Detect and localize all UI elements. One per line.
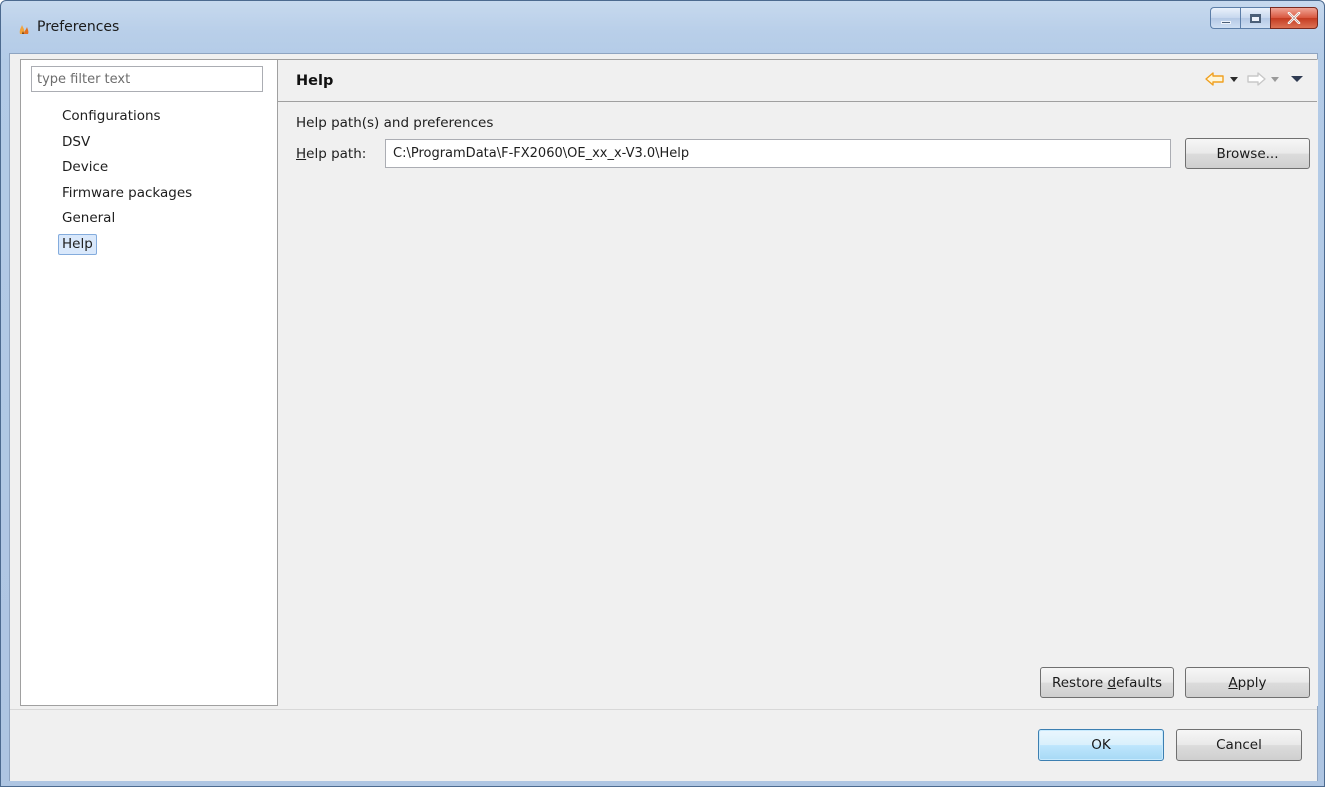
help-path-input[interactable]	[385, 139, 1171, 168]
help-path-label-text: elp path:	[306, 146, 367, 162]
apply-button[interactable]: Apply	[1185, 667, 1310, 698]
browse-button[interactable]: Browse...	[1185, 138, 1310, 169]
window-title: Preferences	[37, 19, 120, 35]
mnemonic: A	[1228, 674, 1238, 691]
restore-defaults-button[interactable]: Restore d efaults	[1040, 667, 1174, 698]
tree-item-firmware-packages[interactable]: Firmware packages	[58, 181, 196, 207]
restore-label-post: efaults	[1116, 674, 1163, 691]
tree-item-label: Configurations	[62, 108, 161, 124]
ok-button[interactable]: OK	[1038, 729, 1164, 761]
preferences-window: Preferences Configurations DSV Device Fi…	[0, 0, 1325, 787]
back-button[interactable]	[1205, 72, 1238, 86]
mnemonic: d	[1107, 674, 1117, 691]
preferences-tree-pane: Configurations DSV Device Firmware packa…	[20, 59, 278, 706]
apply-label: pply	[1237, 674, 1267, 691]
maximize-icon	[1250, 13, 1261, 23]
title-bar[interactable]: Preferences	[1, 1, 1324, 53]
tree-item-dsv[interactable]: DSV	[58, 130, 196, 156]
tree-item-label: DSV	[62, 133, 91, 150]
forward-history-caret-icon[interactable]	[1271, 76, 1279, 82]
forward-arrow-icon	[1247, 72, 1266, 86]
close-button[interactable]	[1270, 7, 1318, 29]
section-label: Help path(s) and preferences	[296, 115, 494, 131]
view-menu-icon[interactable]	[1291, 76, 1303, 82]
maximize-button[interactable]	[1240, 7, 1270, 29]
mnemonic: H	[296, 146, 307, 162]
tree-item-label: Device	[62, 159, 109, 175]
minimize-button[interactable]	[1210, 7, 1240, 29]
back-history-caret-icon[interactable]	[1230, 76, 1238, 82]
cancel-button[interactable]: Cancel	[1176, 729, 1302, 761]
app-flame-icon	[19, 25, 29, 34]
tree-item-general[interactable]: General	[58, 206, 196, 232]
close-icon	[1287, 12, 1301, 24]
page-header: Help	[278, 60, 1317, 102]
restore-label-pre: Restore	[1051, 674, 1108, 691]
window-controls	[1210, 7, 1318, 29]
dialog-client-area: Configurations DSV Device Firmware packa…	[9, 53, 1318, 781]
tree-item-label: General	[62, 210, 116, 226]
preferences-tree: Configurations DSV Device Firmware packa…	[58, 104, 196, 257]
tree-item-label: Help	[58, 233, 97, 255]
page-navigation-toolbar	[1205, 72, 1303, 86]
forward-button[interactable]	[1246, 72, 1279, 86]
tree-item-configurations[interactable]: Configurations	[58, 104, 196, 130]
help-path-label: Help path:	[296, 146, 366, 162]
page-title: Help	[296, 73, 334, 89]
minimize-icon	[1220, 20, 1231, 24]
tree-item-label: Firmware packages	[62, 184, 193, 201]
tree-item-device[interactable]: Device	[58, 155, 196, 181]
dialog-button-bar: OK Cancel	[10, 709, 1317, 781]
back-arrow-icon	[1205, 72, 1224, 86]
preference-page: Help Help path(s) and preferences Help p…	[278, 59, 1318, 706]
filter-input[interactable]	[31, 66, 263, 92]
tree-item-help[interactable]: Help	[58, 232, 196, 258]
